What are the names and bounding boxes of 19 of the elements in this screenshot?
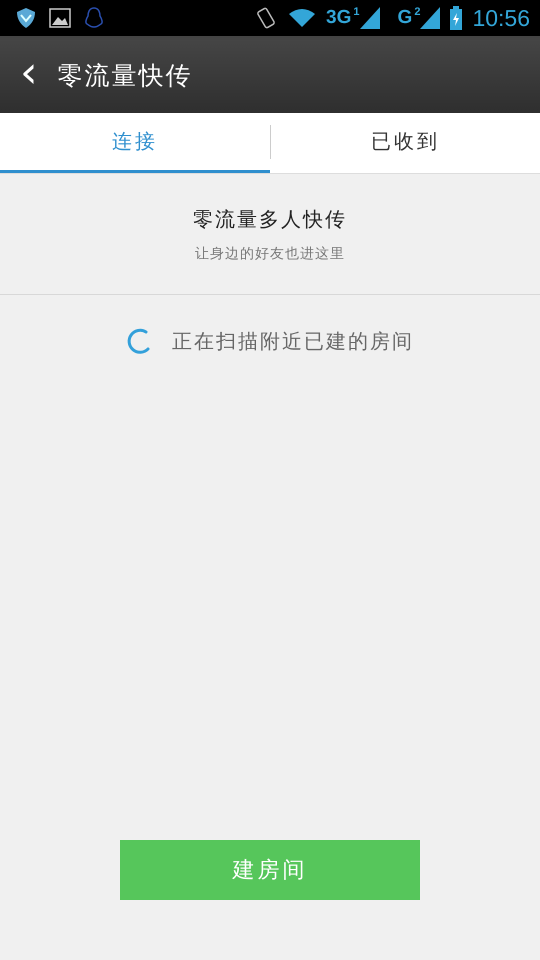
section-subtitle: 让身边的好友也进这里	[195, 244, 345, 262]
network-label: G	[398, 7, 412, 29]
sim-label: 1	[353, 6, 360, 18]
penguin-icon	[82, 6, 106, 30]
signal-icon	[360, 7, 380, 29]
network-label: 3G	[326, 7, 352, 29]
tab[interactable]: 已收到	[270, 113, 540, 173]
scan-status: 正在扫描附近已建的房间	[172, 328, 414, 354]
battery-icon	[450, 6, 462, 30]
page-title: 零流量快传	[58, 60, 193, 92]
wifi-icon	[288, 6, 316, 30]
back-button[interactable]: ‹	[14, 50, 44, 100]
section-title: 零流量多人快传	[193, 206, 347, 232]
shield-icon	[14, 6, 38, 30]
image-icon	[48, 6, 72, 30]
sim-label: 2	[414, 6, 420, 18]
signal-icon	[420, 7, 440, 29]
clock: 10:56	[472, 4, 530, 32]
tab[interactable]: 连接	[0, 113, 270, 173]
